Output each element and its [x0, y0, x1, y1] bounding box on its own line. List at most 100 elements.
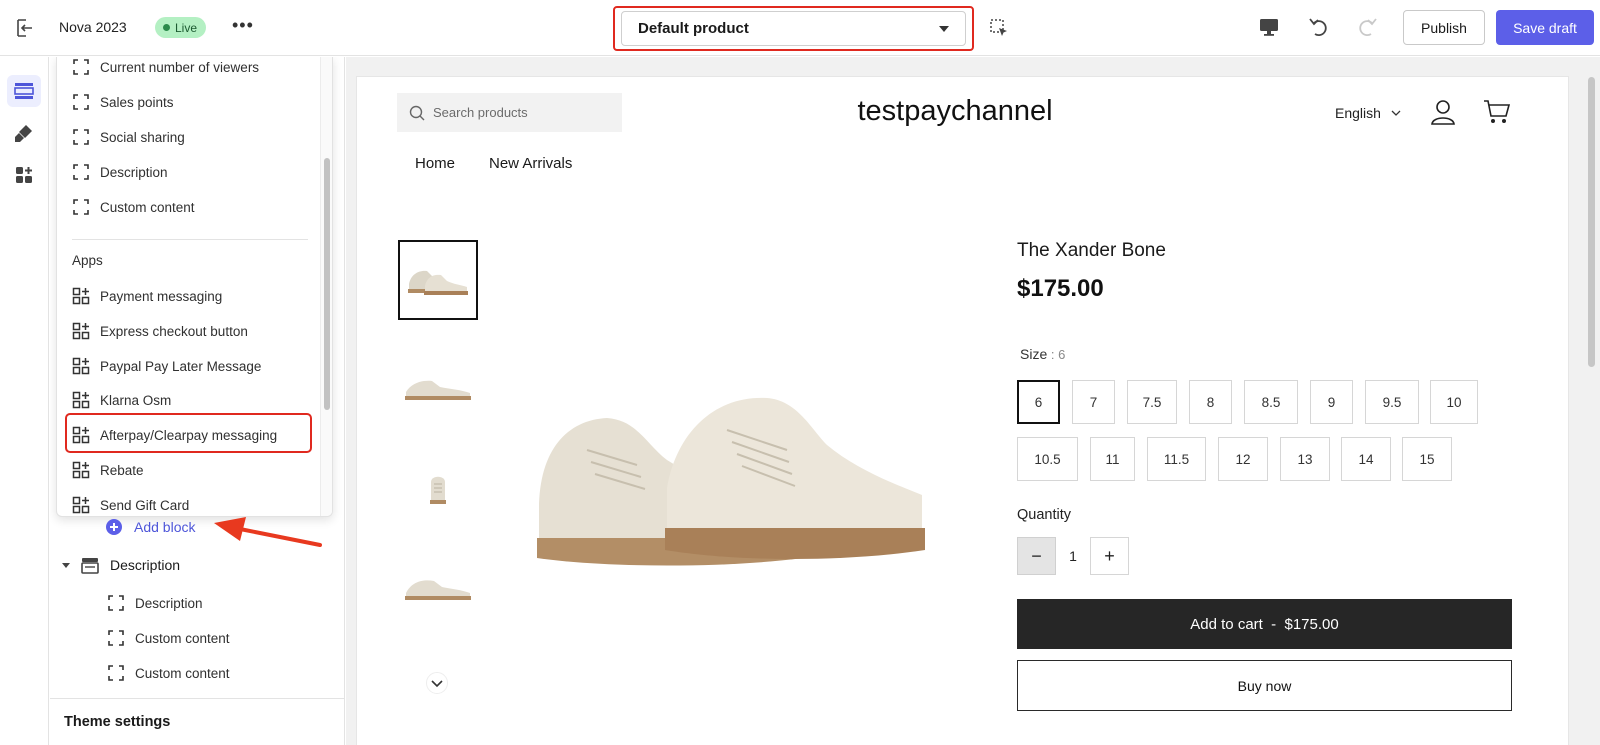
- section-block-item[interactable]: Description: [107, 591, 203, 615]
- apps-icon: [16, 167, 32, 183]
- app-block-item[interactable]: Payment messaging: [72, 281, 222, 311]
- undo-icon[interactable]: [1307, 15, 1331, 39]
- picker-item[interactable]: Current number of viewers: [72, 57, 259, 82]
- product-thumbnail[interactable]: [398, 449, 478, 529]
- sections-icon: [14, 83, 34, 99]
- size-option[interactable]: 6: [1017, 380, 1060, 424]
- buy-now-button[interactable]: Buy now: [1017, 660, 1512, 711]
- app-block-icon: [72, 496, 90, 514]
- minus-icon: −: [1031, 545, 1042, 566]
- product-thumbnail[interactable]: [398, 349, 478, 429]
- size-option[interactable]: 14: [1341, 437, 1391, 481]
- status-dot-icon: [163, 24, 170, 31]
- size-option[interactable]: 8: [1189, 380, 1232, 424]
- section-block-item[interactable]: Custom content: [107, 661, 230, 685]
- app-block-item[interactable]: Send Gift Card: [72, 490, 189, 516]
- store-logo[interactable]: testpaychannel: [787, 95, 1123, 128]
- theme-settings-link[interactable]: Theme settings: [64, 714, 170, 730]
- app-block-item[interactable]: Paypal Pay Later Message: [72, 351, 261, 381]
- inspector-icon[interactable]: [988, 17, 1010, 39]
- publish-button[interactable]: Publish: [1403, 10, 1485, 45]
- size-option[interactable]: 7: [1072, 380, 1115, 424]
- sneaker-image: [408, 270, 468, 295]
- block-placeholder-icon: [108, 630, 124, 646]
- size-option[interactable]: 10.5: [1017, 437, 1078, 481]
- chevron-down-icon: [939, 26, 949, 32]
- add-block-button[interactable]: Add block: [106, 517, 195, 537]
- preview-scrollbar[interactable]: [1584, 57, 1600, 745]
- caret-down-icon: [62, 563, 70, 568]
- store-name: Nova 2023: [59, 19, 127, 35]
- cart-icon[interactable]: [1483, 99, 1511, 125]
- picker-item[interactable]: Custom content: [72, 192, 195, 222]
- account-icon[interactable]: [1430, 99, 1456, 125]
- quantity-decrease-button[interactable]: −: [1017, 537, 1056, 575]
- sneaker-image: [430, 476, 446, 504]
- template-selector[interactable]: Default product: [621, 11, 966, 46]
- app-block-icon: [72, 322, 90, 340]
- nav-link-home[interactable]: Home: [415, 155, 455, 172]
- more-actions-icon[interactable]: •••: [232, 15, 254, 39]
- thumbnail-scroll-down-icon[interactable]: [426, 672, 448, 694]
- section-block-item[interactable]: Custom content: [107, 626, 230, 650]
- chevron-down-icon: [1391, 110, 1401, 116]
- save-draft-button[interactable]: Save draft: [1496, 10, 1594, 45]
- size-option[interactable]: 12: [1218, 437, 1268, 481]
- picker-item[interactable]: Description: [72, 157, 168, 187]
- quantity-increase-button[interactable]: +: [1090, 537, 1129, 575]
- picker-item[interactable]: Sales points: [72, 87, 174, 117]
- product-thumbnail[interactable]: [398, 549, 478, 629]
- nav-link-new-arrivals[interactable]: New Arrivals: [489, 155, 572, 172]
- preview-scroll-thumb[interactable]: [1588, 77, 1595, 367]
- app-block-icon: [72, 461, 90, 479]
- sneaker-image: [405, 580, 471, 600]
- picker-item[interactable]: Social sharing: [72, 122, 185, 152]
- status-badge: Live: [155, 17, 207, 38]
- app-block-item[interactable]: Klarna Osm: [72, 385, 171, 415]
- language-selector[interactable]: English: [1335, 105, 1401, 121]
- block-picker-popover: Current number of viewers Sales points S…: [56, 57, 333, 517]
- block-placeholder-icon: [73, 164, 89, 180]
- theme-settings-tab[interactable]: [7, 117, 41, 149]
- app-block-item[interactable]: Rebate: [72, 455, 144, 485]
- divider: [50, 698, 344, 699]
- sections-tab[interactable]: [7, 75, 41, 107]
- plus-icon: +: [1104, 545, 1115, 566]
- block-placeholder-icon: [73, 59, 89, 75]
- size-option[interactable]: 8.5: [1244, 380, 1298, 424]
- size-option[interactable]: 9.5: [1365, 380, 1419, 424]
- size-option[interactable]: 11.5: [1147, 437, 1206, 481]
- add-to-cart-button[interactable]: Add to cart - $175.00: [1017, 599, 1512, 649]
- product-thumbnail[interactable]: [398, 240, 478, 320]
- icon-rail: [0, 57, 49, 745]
- apps-tab[interactable]: [7, 159, 41, 191]
- search-input[interactable]: Search products: [397, 93, 622, 132]
- quantity-label: Quantity: [1017, 507, 1071, 523]
- redo-icon[interactable]: [1355, 15, 1379, 39]
- quantity-value[interactable]: 1: [1056, 537, 1090, 575]
- size-option[interactable]: 11: [1090, 437, 1135, 481]
- brush-icon: [15, 125, 32, 142]
- picker-scroll-thumb[interactable]: [324, 158, 330, 410]
- exit-icon[interactable]: [14, 17, 36, 39]
- plus-circle-icon: [106, 519, 122, 535]
- product-main-image[interactable]: [527, 390, 927, 578]
- picker-scrollbar[interactable]: [320, 57, 332, 516]
- app-block-item-afterpay[interactable]: Afterpay/Clearpay messaging: [72, 420, 277, 450]
- block-placeholder-icon: [73, 129, 89, 145]
- app-block-icon: [72, 287, 90, 305]
- size-option[interactable]: 9: [1310, 380, 1353, 424]
- size-option[interactable]: 15: [1402, 437, 1452, 481]
- app-block-item[interactable]: Express checkout button: [72, 316, 248, 346]
- desktop-preview-icon[interactable]: [1258, 16, 1280, 38]
- size-option[interactable]: 10: [1430, 380, 1478, 424]
- block-placeholder-icon: [108, 665, 124, 681]
- product-title: The Xander Bone: [1017, 240, 1166, 261]
- block-placeholder-icon: [108, 595, 124, 611]
- app-block-icon: [72, 391, 90, 409]
- section-description[interactable]: Description: [60, 553, 180, 577]
- app-block-icon: [72, 426, 90, 444]
- apps-heading: Apps: [72, 253, 103, 268]
- size-option[interactable]: 7.5: [1127, 380, 1177, 424]
- size-option[interactable]: 13: [1280, 437, 1330, 481]
